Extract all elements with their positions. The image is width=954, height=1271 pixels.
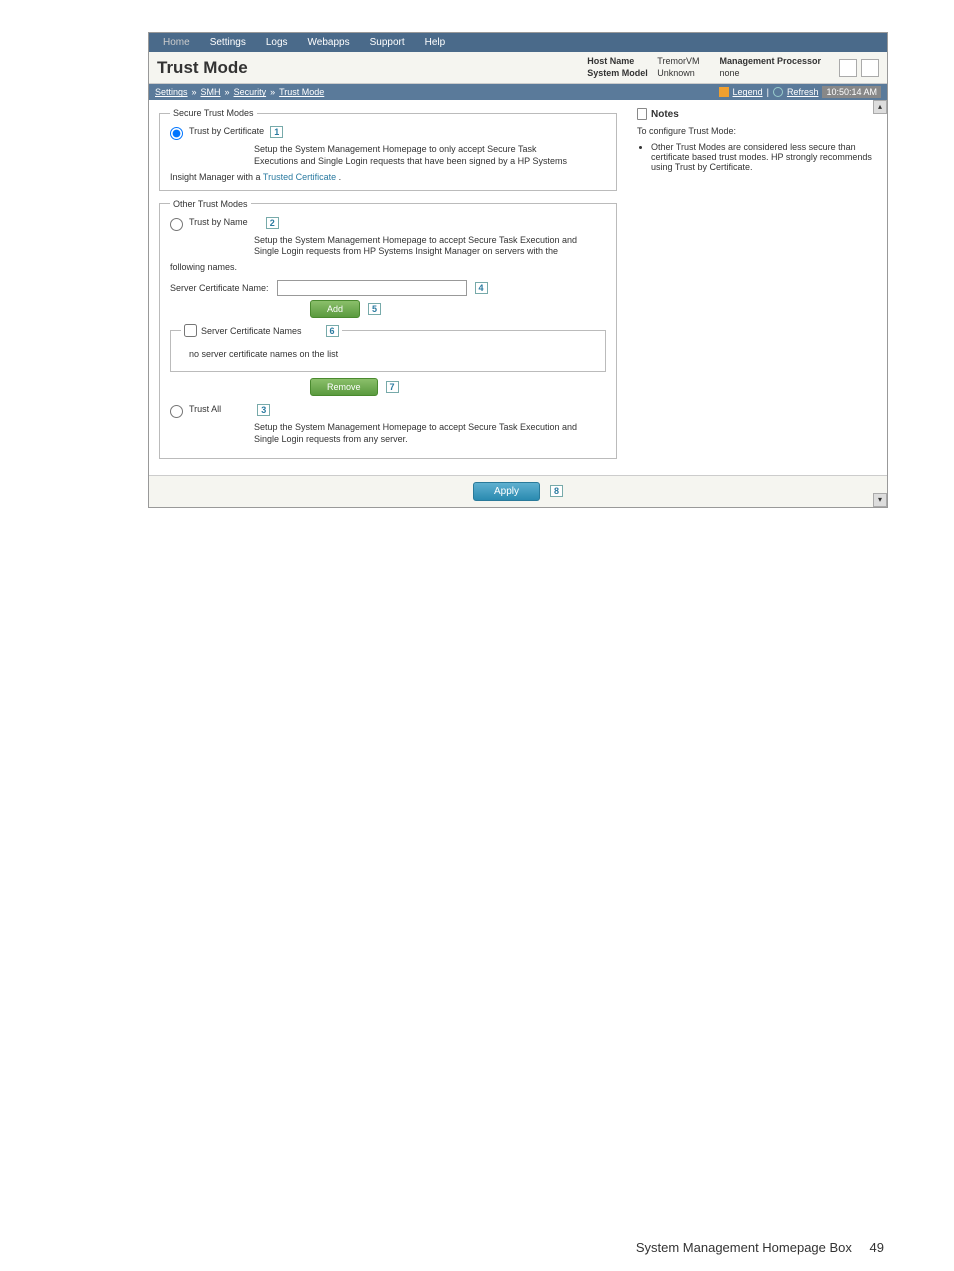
server-cert-names-checkbox[interactable] <box>184 324 197 337</box>
callout-1: 1 <box>270 126 283 138</box>
legend-icon <box>719 87 729 97</box>
refresh-icon <box>773 87 783 97</box>
breadcrumb-sep: » <box>225 87 230 97</box>
callout-4: 4 <box>475 282 488 294</box>
breadcrumb-sep: » <box>270 87 275 97</box>
breadcrumb-sep: » <box>192 87 197 97</box>
other-trust-modes-fieldset: Other Trust Modes Trust by Name 2 Setup … <box>159 199 617 459</box>
trust-all-radio[interactable] <box>170 405 183 418</box>
name-desc: Setup the System Management Homepage to … <box>254 235 606 258</box>
callout-7: 7 <box>386 381 399 393</box>
name-desc-line1: Setup the System Management Homepage to … <box>254 235 606 247</box>
secure-legend: Secure Trust Modes <box>170 108 257 118</box>
footer-section: System Management Homepage Box <box>636 1240 852 1255</box>
other-legend: Other Trust Modes <box>170 199 251 209</box>
trusted-certificate-link[interactable]: Trusted Certificate <box>263 172 336 182</box>
page-title: Trust Mode <box>157 58 577 78</box>
refresh-link[interactable]: Refresh <box>787 87 819 97</box>
divider: | <box>767 87 769 97</box>
mgmt-proc-value: none <box>719 68 739 80</box>
page-footer: System Management Homepage Box 49 <box>0 1240 954 1255</box>
scroll-down-icon[interactable]: ▾ <box>873 493 887 507</box>
cert-desc: Setup the System Management Homepage to … <box>254 144 606 167</box>
following-names-text: following names. <box>170 262 606 272</box>
trust-all-label: Trust All <box>189 404 221 414</box>
system-model-label: System Model <box>587 68 657 80</box>
nav-logs[interactable]: Logs <box>256 35 298 50</box>
app-window: Home Settings Logs Webapps Support Help … <box>148 32 888 508</box>
mgmt-info: Management Processor none <box>709 56 831 79</box>
notes-heading: Notes <box>637 108 877 120</box>
cert-desc-line2: Executions and Single Login requests tha… <box>254 156 606 168</box>
trust-by-certificate-label: Trust by Certificate <box>189 126 264 136</box>
scroll-up-icon[interactable]: ▴ <box>873 100 887 114</box>
insight-text: Insight Manager with a <box>170 172 261 182</box>
cert-name-row: Server Certificate Name: 4 <box>170 280 606 296</box>
breadcrumb-security[interactable]: Security <box>234 87 267 97</box>
cert-name-label: Server Certificate Name: <box>170 283 269 293</box>
title-bar: Trust Mode Host NameTremorVM System Mode… <box>149 52 887 84</box>
trust-all-desc: Setup the System Management Homepage to … <box>254 422 606 445</box>
notes-heading-text: Notes <box>651 109 679 120</box>
time-display: 10:50:14 AM <box>822 86 881 98</box>
trust-all-desc-line1: Setup the System Management Homepage to … <box>254 422 606 434</box>
title-icons <box>839 59 879 77</box>
trust-by-name-radio[interactable] <box>170 218 183 231</box>
footer-page-num: 49 <box>870 1240 884 1255</box>
trust-by-certificate-radio[interactable] <box>170 127 183 140</box>
host-name-value: TremorVM <box>657 56 699 68</box>
trust-by-name-label: Trust by Name <box>189 217 248 227</box>
no-certs-text: no server certificate names on the list <box>181 345 595 363</box>
breadcrumb-smh[interactable]: SMH <box>201 87 221 97</box>
callout-6: 6 <box>326 325 339 337</box>
printer-icon[interactable] <box>839 59 857 77</box>
cert-desc-line1: Setup the System Management Homepage to … <box>254 144 606 156</box>
notes-panel: Notes To configure Trust Mode: Other Tru… <box>627 100 887 474</box>
notes-intro: To configure Trust Mode: <box>637 126 877 136</box>
legend-link[interactable]: Legend <box>733 87 763 97</box>
cert-name-input[interactable] <box>277 280 467 296</box>
content-area: Secure Trust Modes Trust by Certificate … <box>149 100 887 474</box>
grid-icon[interactable] <box>861 59 879 77</box>
add-button[interactable]: Add <box>310 300 360 318</box>
trust-all-desc-line2: Single Login requests from any server. <box>254 434 606 446</box>
server-cert-names-fieldset: Server Certificate Names 6 no server cer… <box>170 324 606 372</box>
nav-bar: Home Settings Logs Webapps Support Help <box>149 33 887 52</box>
remove-button[interactable]: Remove <box>310 378 378 396</box>
secure-trust-modes-fieldset: Secure Trust Modes Trust by Certificate … <box>159 108 617 190</box>
breadcrumb-trust-mode[interactable]: Trust Mode <box>279 87 324 97</box>
callout-2: 2 <box>266 217 279 229</box>
server-cert-names-legend: Server Certificate Names <box>201 326 302 336</box>
content-scroll: ▴ Secure Trust Modes Trust by Certificat… <box>149 100 887 506</box>
system-model-value: Unknown <box>657 68 695 80</box>
host-info: Host NameTremorVM System ModelUnknown <box>577 56 709 79</box>
nav-home[interactable]: Home <box>153 35 200 50</box>
nav-settings[interactable]: Settings <box>200 35 256 50</box>
breadcrumb-settings[interactable]: Settings <box>155 87 188 97</box>
apply-button[interactable]: Apply <box>473 482 540 501</box>
callout-3: 3 <box>257 404 270 416</box>
name-desc-line2: Single Login requests from HP Systems In… <box>254 246 606 258</box>
mgmt-proc-label: Management Processor <box>719 56 821 68</box>
main-column: Secure Trust Modes Trust by Certificate … <box>149 100 627 474</box>
notes-list: Other Trust Modes are considered less se… <box>637 142 877 172</box>
footer-bar: Apply 8 <box>149 475 887 507</box>
nav-support[interactable]: Support <box>360 35 415 50</box>
notes-bullet: Other Trust Modes are considered less se… <box>651 142 877 172</box>
callout-8: 8 <box>550 485 563 497</box>
nav-help[interactable]: Help <box>415 35 456 50</box>
document-icon <box>637 108 647 120</box>
period: . <box>339 172 342 182</box>
host-name-label: Host Name <box>587 56 657 68</box>
nav-webapps[interactable]: Webapps <box>298 35 360 50</box>
breadcrumb-bar: Settings » SMH » Security » Trust Mode L… <box>149 84 887 100</box>
callout-5: 5 <box>368 303 381 315</box>
